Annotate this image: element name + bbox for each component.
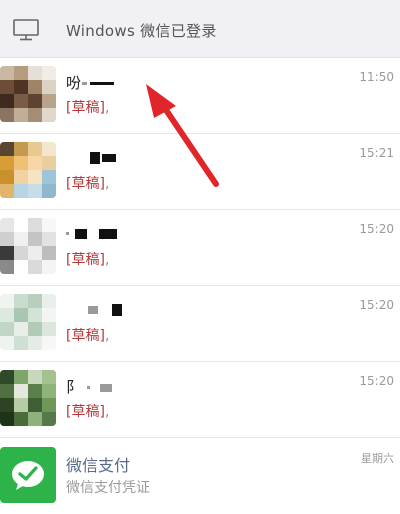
chat-name: 吩 (66, 72, 115, 93)
chat-preview: [草稿], (66, 252, 110, 268)
windows-login-banner[interactable]: Windows 微信已登录 (0, 0, 400, 58)
chat-time: 15:20 (359, 222, 394, 236)
avatar (0, 66, 56, 122)
banner-text: Windows 微信已登录 (66, 22, 217, 40)
draft-label: [草稿] (66, 100, 105, 116)
chat-name: 阝 (66, 376, 113, 397)
chat-name (66, 300, 122, 318)
chat-preview: 微信支付凭证 (66, 480, 150, 496)
monitor-icon (12, 18, 40, 46)
draft-label: [草稿] (66, 252, 105, 268)
chat-time: 星期六 (361, 452, 394, 465)
chat-time: 15:20 (359, 374, 394, 388)
chat-name (66, 224, 117, 242)
wechat-pay-icon (0, 447, 56, 503)
avatar (0, 218, 56, 274)
chat-preview: [草稿], (66, 328, 110, 344)
chat-row[interactable]: 吩 11:50 [草稿], (0, 58, 400, 134)
chat-row[interactable]: 15:20 [草稿], (0, 286, 400, 362)
avatar (0, 142, 56, 198)
chat-preview: [草稿], (66, 404, 110, 420)
chat-time: 15:20 (359, 298, 394, 312)
chat-row[interactable]: 15:20 [草稿], (0, 210, 400, 286)
chat-list: 吩 11:50 [草稿], 15:21 [草稿], 15:20 [草稿], 15… (0, 58, 400, 514)
chat-row[interactable]: 阝 15:20 [草稿], (0, 362, 400, 438)
draft-label: [草稿] (66, 328, 105, 344)
chat-time: 15:21 (359, 146, 394, 160)
draft-label: [草稿] (66, 176, 105, 192)
chat-row-wechat-pay[interactable]: 微信支付 星期六 微信支付凭证 (0, 438, 400, 514)
chat-preview: [草稿], (66, 100, 110, 116)
chat-preview: [草稿], (66, 176, 110, 192)
chat-row[interactable]: 15:21 [草稿], (0, 134, 400, 210)
draft-label: [草稿] (66, 404, 105, 420)
chat-name (66, 148, 116, 166)
avatar (0, 370, 56, 426)
chat-name: 微信支付 (66, 456, 131, 475)
avatar (0, 294, 56, 350)
chat-time: 11:50 (359, 70, 394, 84)
